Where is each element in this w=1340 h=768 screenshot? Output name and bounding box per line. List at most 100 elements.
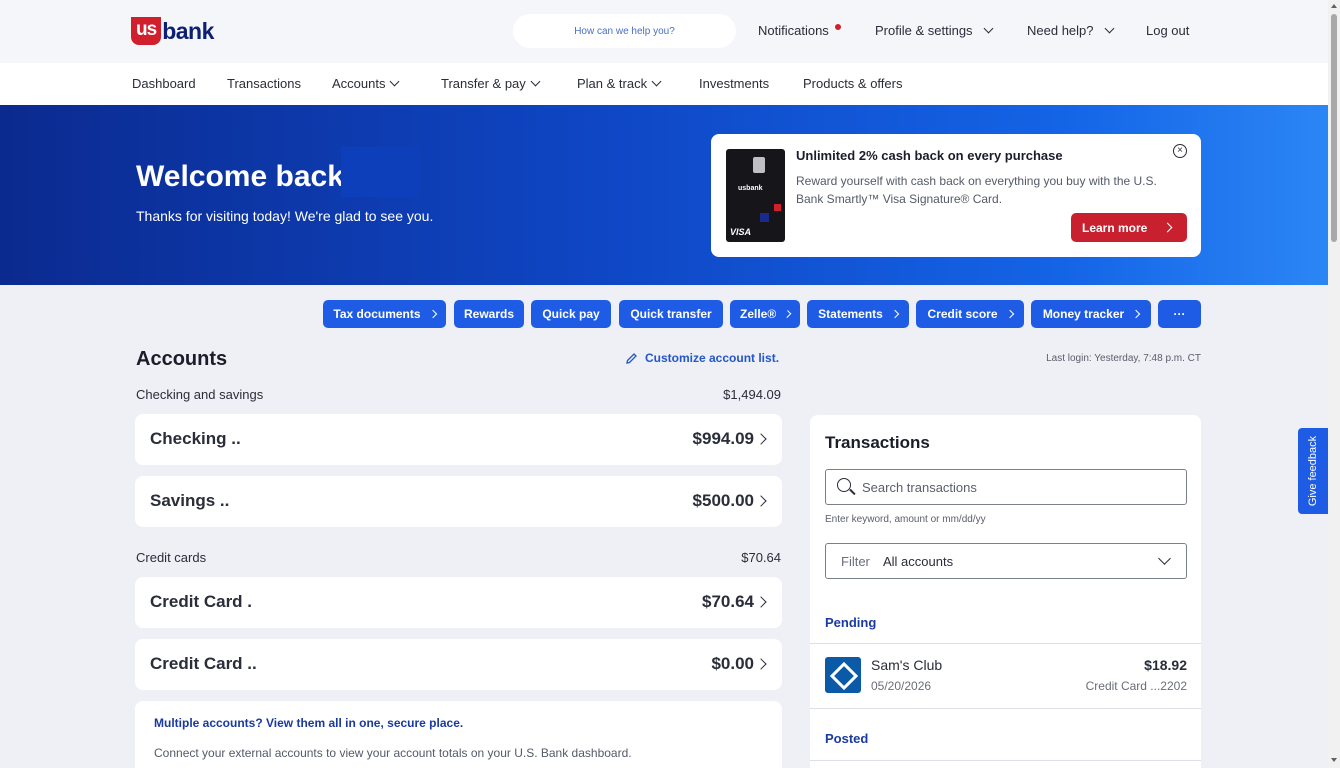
scrollbar-thumb[interactable] (1331, 14, 1337, 242)
nav-investments[interactable]: Investments (699, 76, 769, 91)
nav-plan-track[interactable]: Plan & track (577, 76, 664, 91)
posted-heading: Posted (825, 731, 869, 746)
chevron-right-icon (1162, 222, 1173, 233)
help-search-input[interactable]: How can we help you? (513, 14, 736, 48)
quick-credit-score[interactable]: Credit score (916, 300, 1024, 328)
quick-label: Rewards (463, 307, 515, 321)
external-accounts-link[interactable]: Multiple accounts? View them all in one,… (154, 716, 463, 730)
chevron-right-icon (1131, 309, 1141, 319)
visa-logo: VISA (730, 227, 752, 237)
account-balance: $70.64 (702, 592, 754, 611)
notifications-link[interactable]: Notifications (758, 23, 841, 38)
account-name: Credit Card .. (150, 654, 257, 673)
chevron-down-icon (390, 76, 400, 87)
nav-label: Investments (699, 76, 770, 91)
chevron-right-icon (755, 433, 767, 445)
close-icon[interactable]: × (1173, 144, 1187, 158)
top-bar: us bank How can we help you? Notificatio… (0, 0, 1328, 63)
chevron-down-icon (1158, 552, 1171, 565)
account-name: Credit Card . (150, 592, 253, 611)
credit-card-image: usbank VISA (726, 149, 785, 242)
account-balance: $500.00 (692, 491, 754, 510)
account-filter-select[interactable]: Filter All accounts (825, 543, 1187, 579)
nav-label: Accounts (332, 76, 386, 91)
need-help-label: Need help? (1027, 23, 1094, 38)
notification-dot-icon (834, 23, 841, 30)
checking-savings-total: $1,494.09 (723, 387, 781, 402)
quick-rewards[interactable]: Rewards (454, 300, 524, 328)
transaction-account: Credit Card ...2202 (1085, 679, 1187, 693)
pending-heading: Pending (825, 615, 877, 630)
promo-title: Unlimited 2% cash back on every purchase (796, 148, 1063, 163)
nav-label: Transfer & pay (441, 76, 526, 91)
account-balance: $0.00 (711, 654, 754, 673)
last-login: Last login: Yesterday, 7:48 p.m. CT (1046, 353, 1201, 364)
nav-transfer-pay[interactable]: Transfer & pay (441, 76, 543, 91)
nav-dashboard[interactable]: Dashboard (132, 76, 196, 91)
scroll-up-icon[interactable] (1331, 4, 1337, 8)
nav-label: Transactions (227, 76, 301, 91)
quick-label: Credit score (927, 307, 998, 321)
quick-money-tracker[interactable]: Money tracker (1031, 300, 1151, 328)
customize-account-list-link[interactable]: Customize account list. (625, 351, 779, 365)
filter-label: Filter (841, 554, 870, 569)
pencil-icon (626, 352, 637, 364)
logout-link[interactable]: Log out (1146, 23, 1189, 38)
filter-value: All accounts (883, 554, 954, 569)
account-row-checking[interactable]: Checking .. $994.09 (135, 414, 782, 465)
external-accounts-text: Connect your external accounts to view y… (154, 746, 632, 760)
nav-accounts[interactable]: Accounts (332, 76, 402, 91)
logo-us: us (131, 17, 162, 45)
checking-savings-label: Checking and savings (136, 387, 264, 402)
card-chip-icon (753, 157, 765, 173)
credit-cards-label: Credit cards (136, 550, 207, 565)
give-feedback-tab[interactable]: Give feedback (1298, 428, 1329, 514)
divider (810, 708, 1201, 709)
nav-label: Plan & track (577, 76, 648, 91)
learn-more-label: Learn more (1082, 220, 1148, 235)
account-row-credit-card-2[interactable]: Credit Card .. $0.00 (135, 639, 782, 690)
merchant-logo-icon (825, 657, 861, 693)
learn-more-button[interactable]: Learn more (1071, 213, 1187, 242)
account-row-credit-card-1[interactable]: Credit Card . $70.64 (135, 577, 782, 628)
chevron-right-icon (783, 310, 792, 318)
nav-products-offers[interactable]: Products & offers (803, 76, 902, 91)
chevron-down-icon (530, 76, 541, 87)
need-help-menu[interactable]: Need help? (1027, 23, 1117, 38)
chevron-right-icon (428, 309, 437, 319)
nav-transactions[interactable]: Transactions (227, 76, 301, 91)
quick-zelle[interactable]: Zelle® (730, 300, 800, 328)
chevron-right-icon (755, 596, 767, 608)
external-accounts-card: Multiple accounts? View them all in one,… (135, 701, 782, 768)
page-scrollbar[interactable] (1328, 0, 1340, 768)
account-row-savings[interactable]: Savings .. $500.00 (135, 476, 782, 527)
quick-pay[interactable]: Quick pay (531, 300, 611, 328)
account-balance: $994.09 (692, 429, 754, 448)
card-blue-mark (760, 213, 769, 222)
quick-statements[interactable]: Statements (807, 300, 909, 328)
card-red-mark (774, 204, 781, 211)
transactions-search-input[interactable]: Search transactions (825, 469, 1187, 505)
welcome-banner: Welcome back, Thanks for visiting today!… (0, 105, 1328, 285)
profile-settings-menu[interactable]: Profile & settings (875, 23, 996, 38)
quick-transfer[interactable]: Quick transfer (619, 300, 723, 328)
promo-text: Reward yourself with cash back on everyt… (796, 174, 1157, 206)
transactions-heading: Transactions (825, 433, 930, 452)
scroll-down-icon[interactable] (1331, 758, 1337, 762)
more-actions-button[interactable]: ··· (1158, 300, 1201, 328)
promo-card: usbank VISA Unlimited 2% cash back on ev… (711, 134, 1201, 257)
chevron-down-icon (651, 76, 662, 87)
main-nav: Dashboard Transactions Accounts Transfer… (0, 63, 1328, 105)
transaction-amount: $18.92 (1144, 657, 1187, 673)
welcome-subtitle: Thanks for visiting today! We're glad to… (136, 208, 434, 224)
usbank-logo[interactable]: us bank (131, 16, 214, 46)
quick-tax-documents[interactable]: Tax documents (323, 300, 446, 328)
chevron-right-icon (890, 309, 900, 319)
quick-label: Statements (818, 307, 883, 321)
accounts-heading: Accounts (136, 348, 228, 370)
chevron-right-icon (755, 658, 767, 670)
more-icon: ··· (1173, 307, 1186, 321)
quick-label: Money tracker (1042, 307, 1125, 321)
credit-cards-total: $70.64 (741, 550, 781, 565)
account-name: Savings .. (150, 491, 230, 510)
